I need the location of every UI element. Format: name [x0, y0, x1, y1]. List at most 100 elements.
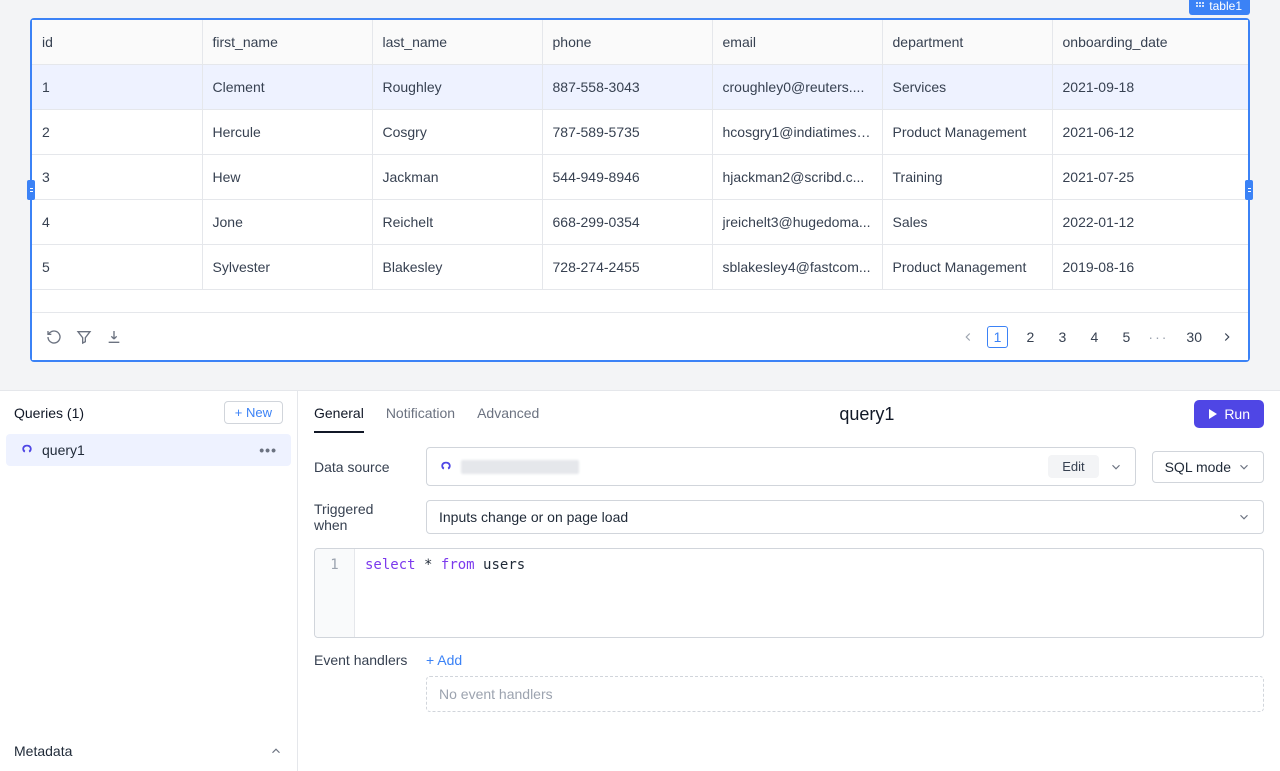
table-cell[interactable]: Training — [882, 155, 1052, 200]
data-table: id first_name last_name phone email depa… — [32, 20, 1248, 290]
data-source-name-redacted — [461, 460, 579, 474]
metadata-toggle[interactable]: Metadata — [0, 731, 297, 771]
page-number[interactable]: 4 — [1084, 327, 1104, 347]
table-header-row: id first_name last_name phone email depa… — [32, 20, 1248, 65]
download-icon[interactable] — [106, 329, 122, 345]
table-cell[interactable]: Hew — [202, 155, 372, 200]
trigger-value: Inputs change or on page load — [439, 509, 628, 525]
table-cell[interactable]: croughley0@reuters.... — [712, 65, 882, 110]
query-list-item[interactable]: query1 ••• — [6, 434, 291, 466]
table-cell[interactable]: 668-299-0354 — [542, 200, 712, 245]
page-number-last[interactable]: 30 — [1180, 327, 1208, 347]
page-next[interactable] — [1220, 330, 1234, 344]
new-query-button[interactable]: + New — [224, 401, 283, 424]
table-cell[interactable]: Roughley — [372, 65, 542, 110]
table-cell[interactable]: sblakesley4@fastcom... — [712, 245, 882, 290]
filter-icon[interactable] — [76, 329, 92, 345]
table-cell[interactable]: 728-274-2455 — [542, 245, 712, 290]
line-gutter: 1 — [315, 549, 355, 637]
table-row[interactable]: 1ClementRoughley887-558-3043croughley0@r… — [32, 65, 1248, 110]
resize-handle-right[interactable] — [1245, 180, 1253, 200]
table-cell[interactable]: jreichelt3@hugedoma... — [712, 200, 882, 245]
bottom-panel: Queries (1) + New query1 ••• Metadata Ge… — [0, 390, 1280, 771]
sql-mode-button[interactable]: SQL mode — [1152, 451, 1264, 483]
col-header[interactable]: department — [882, 20, 1052, 65]
widget-tag-label: table1 — [1209, 0, 1242, 13]
tab-general[interactable]: General — [314, 399, 364, 433]
col-header[interactable]: email — [712, 20, 882, 65]
table-cell[interactable]: 5 — [32, 245, 202, 290]
table-cell[interactable]: 887-558-3043 — [542, 65, 712, 110]
table-cell[interactable]: 4 — [32, 200, 202, 245]
table-cell[interactable]: Cosgry — [372, 110, 542, 155]
table-cell[interactable]: Hercule — [202, 110, 372, 155]
page-number[interactable]: 5 — [1116, 327, 1136, 347]
table-cell[interactable]: 2021-07-25 — [1052, 155, 1248, 200]
table-cell[interactable]: hjackman2@scribd.c... — [712, 155, 882, 200]
table-component[interactable]: table1 id first_name last_name phone ema… — [30, 18, 1250, 362]
query-name[interactable]: query1 — [539, 404, 1194, 429]
table-cell[interactable]: 544-949-8946 — [542, 155, 712, 200]
table-cell[interactable]: Sales — [882, 200, 1052, 245]
table-row[interactable]: 4JoneReichelt668-299-0354jreichelt3@huge… — [32, 200, 1248, 245]
trigger-select[interactable]: Inputs change or on page load — [426, 500, 1264, 534]
table-cell[interactable]: Jone — [202, 200, 372, 245]
table-cell[interactable]: Clement — [202, 65, 372, 110]
table-cell[interactable]: 2021-06-12 — [1052, 110, 1248, 155]
col-header[interactable]: first_name — [202, 20, 372, 65]
sql-editor[interactable]: 1 select * from users — [314, 548, 1264, 638]
table-cell[interactable]: Product Management — [882, 245, 1052, 290]
table-cell[interactable]: 2 — [32, 110, 202, 155]
table-cell[interactable]: Reichelt — [372, 200, 542, 245]
tab-advanced[interactable]: Advanced — [477, 399, 539, 433]
add-event-handler-button[interactable]: + Add — [426, 652, 1264, 668]
chevron-down-icon — [1237, 460, 1251, 474]
chevron-down-icon — [1109, 460, 1123, 474]
col-header[interactable]: phone — [542, 20, 712, 65]
table-cell[interactable]: Blakesley — [372, 245, 542, 290]
chevron-up-icon — [269, 744, 283, 758]
chevron-down-icon — [1237, 510, 1251, 524]
drag-grid-icon — [1195, 1, 1205, 11]
queries-sidebar: Queries (1) + New query1 ••• Metadata — [0, 391, 298, 771]
page-prev[interactable] — [961, 330, 975, 344]
table-cell[interactable]: Sylvester — [202, 245, 372, 290]
table-cell[interactable]: 2021-09-18 — [1052, 65, 1248, 110]
table-row[interactable]: 2HerculeCosgry787-589-5735hcosgry1@india… — [32, 110, 1248, 155]
play-icon — [1208, 409, 1218, 419]
table-cell[interactable]: 3 — [32, 155, 202, 200]
widget-tag[interactable]: table1 — [1189, 0, 1250, 15]
resize-handle-left[interactable] — [27, 180, 35, 200]
table-cell[interactable]: 1 — [32, 65, 202, 110]
col-header[interactable]: onboarding_date — [1052, 20, 1248, 65]
table-row[interactable]: 5SylvesterBlakesley728-274-2455sblakesle… — [32, 245, 1248, 290]
table-cell[interactable]: Jackman — [372, 155, 542, 200]
table-cell[interactable]: 787-589-5735 — [542, 110, 712, 155]
table-cell[interactable]: Product Management — [882, 110, 1052, 155]
query-item-name: query1 — [42, 442, 85, 458]
postgres-icon — [20, 443, 34, 457]
refresh-icon[interactable] — [46, 329, 62, 345]
col-header[interactable]: id — [32, 20, 202, 65]
run-label: Run — [1224, 406, 1250, 422]
page-number[interactable]: 1 — [987, 326, 1009, 348]
table-row[interactable]: 3HewJackman544-949-8946hjackman2@scribd.… — [32, 155, 1248, 200]
table-cell[interactable]: 2019-08-16 — [1052, 245, 1248, 290]
query-more-icon[interactable]: ••• — [259, 442, 277, 458]
event-handlers-label: Event handlers — [314, 652, 410, 668]
tab-notification[interactable]: Notification — [386, 399, 455, 433]
sql-text[interactable]: select * from users — [355, 549, 535, 637]
sql-mode-label: SQL mode — [1165, 459, 1231, 475]
col-header[interactable]: last_name — [372, 20, 542, 65]
data-source-select[interactable]: Edit — [426, 447, 1136, 486]
query-editor: General Notification Advanced query1 Run… — [298, 391, 1280, 771]
table-cell[interactable]: hcosgry1@indiatimes.... — [712, 110, 882, 155]
canvas-area: table1 id first_name last_name phone ema… — [0, 0, 1280, 390]
edit-datasource-button[interactable]: Edit — [1048, 455, 1098, 478]
table-cell[interactable]: Services — [882, 65, 1052, 110]
table-cell[interactable]: 2022-01-12 — [1052, 200, 1248, 245]
page-number[interactable]: 3 — [1052, 327, 1072, 347]
page-number[interactable]: 2 — [1020, 327, 1040, 347]
run-button[interactable]: Run — [1194, 400, 1264, 428]
metadata-label: Metadata — [14, 743, 72, 759]
